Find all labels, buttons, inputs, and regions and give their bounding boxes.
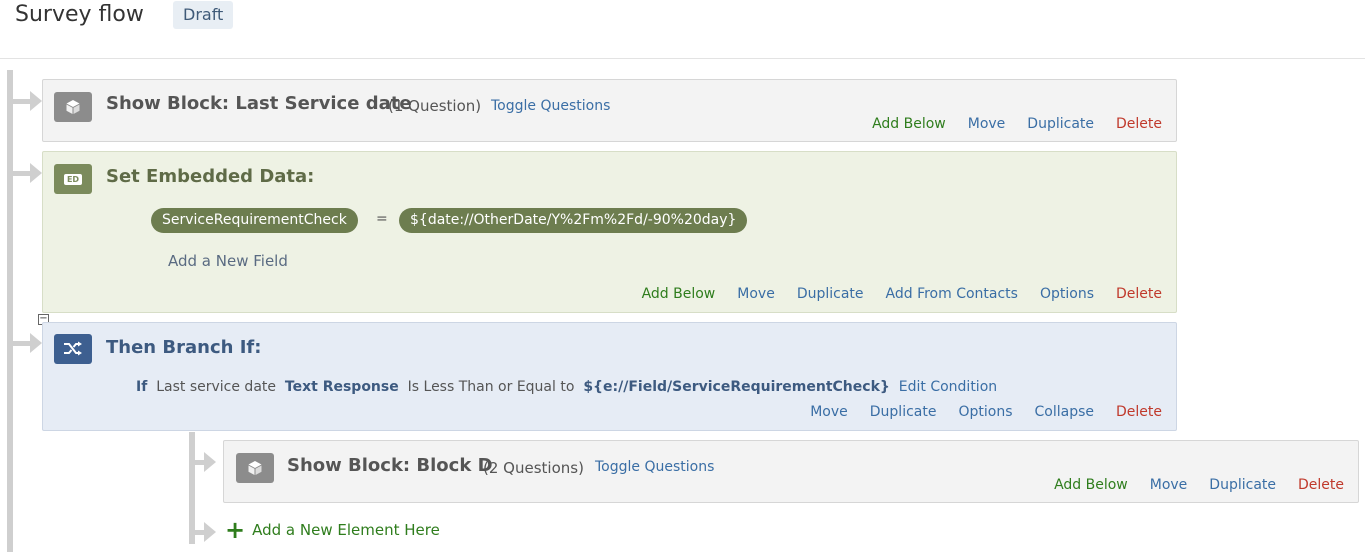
page-title: Survey flow (15, 2, 144, 27)
move-button[interactable]: Move (737, 286, 775, 302)
block-actions: Add Below Move Duplicate Add From Contac… (642, 286, 1162, 302)
move-button[interactable]: Move (968, 116, 1006, 132)
if-keyword: If (136, 379, 148, 395)
page-header: Survey flow Draft (0, 0, 1365, 59)
edit-condition-link[interactable]: Edit Condition (899, 379, 997, 395)
add-below-button[interactable]: Add Below (872, 116, 946, 132)
options-button[interactable]: Options (1040, 286, 1094, 302)
embedded-field-name[interactable]: ServiceRequirementCheck (151, 208, 358, 233)
question-count: (1 Question) (388, 97, 482, 115)
block-cube-icon (54, 92, 92, 122)
embedded-data-icon: ED (54, 164, 92, 194)
add-new-field-link[interactable]: Add a New Field (168, 252, 288, 270)
add-new-element-label: Add a New Element Here (252, 521, 440, 539)
move-button[interactable]: Move (1150, 477, 1188, 493)
duplicate-button[interactable]: Duplicate (870, 404, 937, 420)
block-cube-icon (236, 453, 274, 483)
options-button[interactable]: Options (958, 404, 1012, 420)
block-actions: Add Below Move Duplicate Delete (1054, 477, 1344, 493)
branch-block[interactable]: Then Branch If: If Last service date Tex… (42, 322, 1177, 431)
duplicate-button[interactable]: Duplicate (1209, 477, 1276, 493)
add-new-element-button[interactable]: + Add a New Element Here (225, 516, 440, 544)
branch-child-line (189, 432, 195, 544)
toggle-questions-link[interactable]: Toggle Questions (595, 459, 714, 475)
flow-connector (13, 99, 31, 104)
show-block-block-d[interactable]: Show Block: Block D (2 Questions) Toggle… (223, 440, 1359, 503)
status-badge: Draft (173, 1, 234, 29)
condition-value: ${e://Field/ServiceRequirementCheck} (583, 379, 890, 395)
block-title: Show Block: Last Service date (106, 93, 412, 114)
delete-button[interactable]: Delete (1116, 116, 1162, 132)
duplicate-button[interactable]: Duplicate (797, 286, 864, 302)
branch-icon (54, 334, 92, 364)
block-actions: Move Duplicate Options Collapse Delete (810, 404, 1162, 420)
duplicate-button[interactable]: Duplicate (1027, 116, 1094, 132)
block-title: Then Branch If: (106, 337, 262, 358)
equals-operator: = (376, 211, 388, 227)
flow-arrow-icon (204, 522, 216, 542)
add-below-button[interactable]: Add Below (642, 286, 716, 302)
plus-icon: + (225, 516, 246, 544)
add-below-button[interactable]: Add Below (1054, 477, 1128, 493)
condition-question: Last service date (156, 379, 276, 395)
block-actions: Add Below Move Duplicate Delete (872, 116, 1162, 132)
flow-connector (13, 171, 31, 176)
block-title: Show Block: Block D (287, 455, 493, 476)
embedded-field-value[interactable]: ${date://OtherDate/Y%2Fm%2Fd/-90%20day} (399, 208, 748, 233)
question-count: (2 Questions) (483, 459, 584, 477)
delete-button[interactable]: Delete (1298, 477, 1344, 493)
collapse-button[interactable]: Collapse (1035, 404, 1095, 420)
flow-connector (13, 341, 31, 346)
block-title: Set Embedded Data: (106, 166, 315, 187)
delete-button[interactable]: Delete (1116, 286, 1162, 302)
embedded-data-block[interactable]: ED Set Embedded Data: ServiceRequirement… (42, 151, 1177, 313)
flow-main-line (7, 70, 13, 552)
show-block-last-service-date[interactable]: Show Block: Last Service date (1 Questio… (42, 79, 1177, 142)
flow-arrow-icon (30, 163, 42, 183)
delete-button[interactable]: Delete (1116, 404, 1162, 420)
flow-arrow-icon (30, 333, 42, 353)
embedded-data-icon-label: ED (63, 173, 83, 185)
move-button[interactable]: Move (810, 404, 848, 420)
condition-response-type: Text Response (284, 379, 399, 395)
toggle-questions-link[interactable]: Toggle Questions (491, 98, 610, 114)
branch-condition: If Last service date Text Response Is Le… (136, 379, 997, 395)
flow-arrow-icon (30, 91, 42, 111)
flow-arrow-icon (204, 452, 216, 472)
condition-operator: Is Less Than or Equal to (407, 379, 575, 395)
add-from-contacts-button[interactable]: Add From Contacts (886, 286, 1018, 302)
